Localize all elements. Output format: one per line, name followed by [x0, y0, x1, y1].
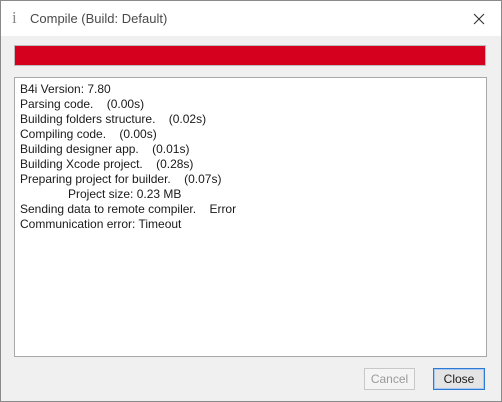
compile-dialog: i Compile (Build: Default) B4i Version: … — [0, 0, 502, 402]
compile-log[interactable]: B4i Version: 7.80 Parsing code. (0.00s) … — [14, 77, 487, 357]
compile-progress-bar — [14, 45, 486, 66]
log-line: Building designer app. (0.01s) — [20, 142, 190, 156]
log-line: Communication error: Timeout — [20, 217, 182, 231]
log-line: Building folders structure. (0.02s) — [20, 112, 207, 126]
log-line: Building Xcode project. (0.28s) — [20, 157, 194, 171]
close-icon — [473, 13, 485, 24]
close-button[interactable]: Close — [433, 368, 485, 390]
log-line: Project size: 0.23 MB — [68, 187, 182, 201]
log-line: B4i Version: 7.80 — [20, 82, 111, 96]
info-icon: i — [12, 8, 17, 27]
progress-fill — [15, 46, 485, 65]
log-line: Preparing project for builder. (0.07s) — [20, 172, 222, 186]
log-line: Compiling code. (0.00s) — [20, 127, 157, 141]
title-bar: i Compile (Build: Default) — [1, 1, 501, 36]
cancel-button[interactable]: Cancel — [364, 368, 415, 390]
log-line: Sending data to remote compiler. Error — [20, 202, 237, 216]
window-title: Compile (Build: Default) — [30, 11, 168, 26]
window-close-button[interactable] — [457, 1, 501, 36]
log-line: Parsing code. (0.00s) — [20, 97, 145, 111]
